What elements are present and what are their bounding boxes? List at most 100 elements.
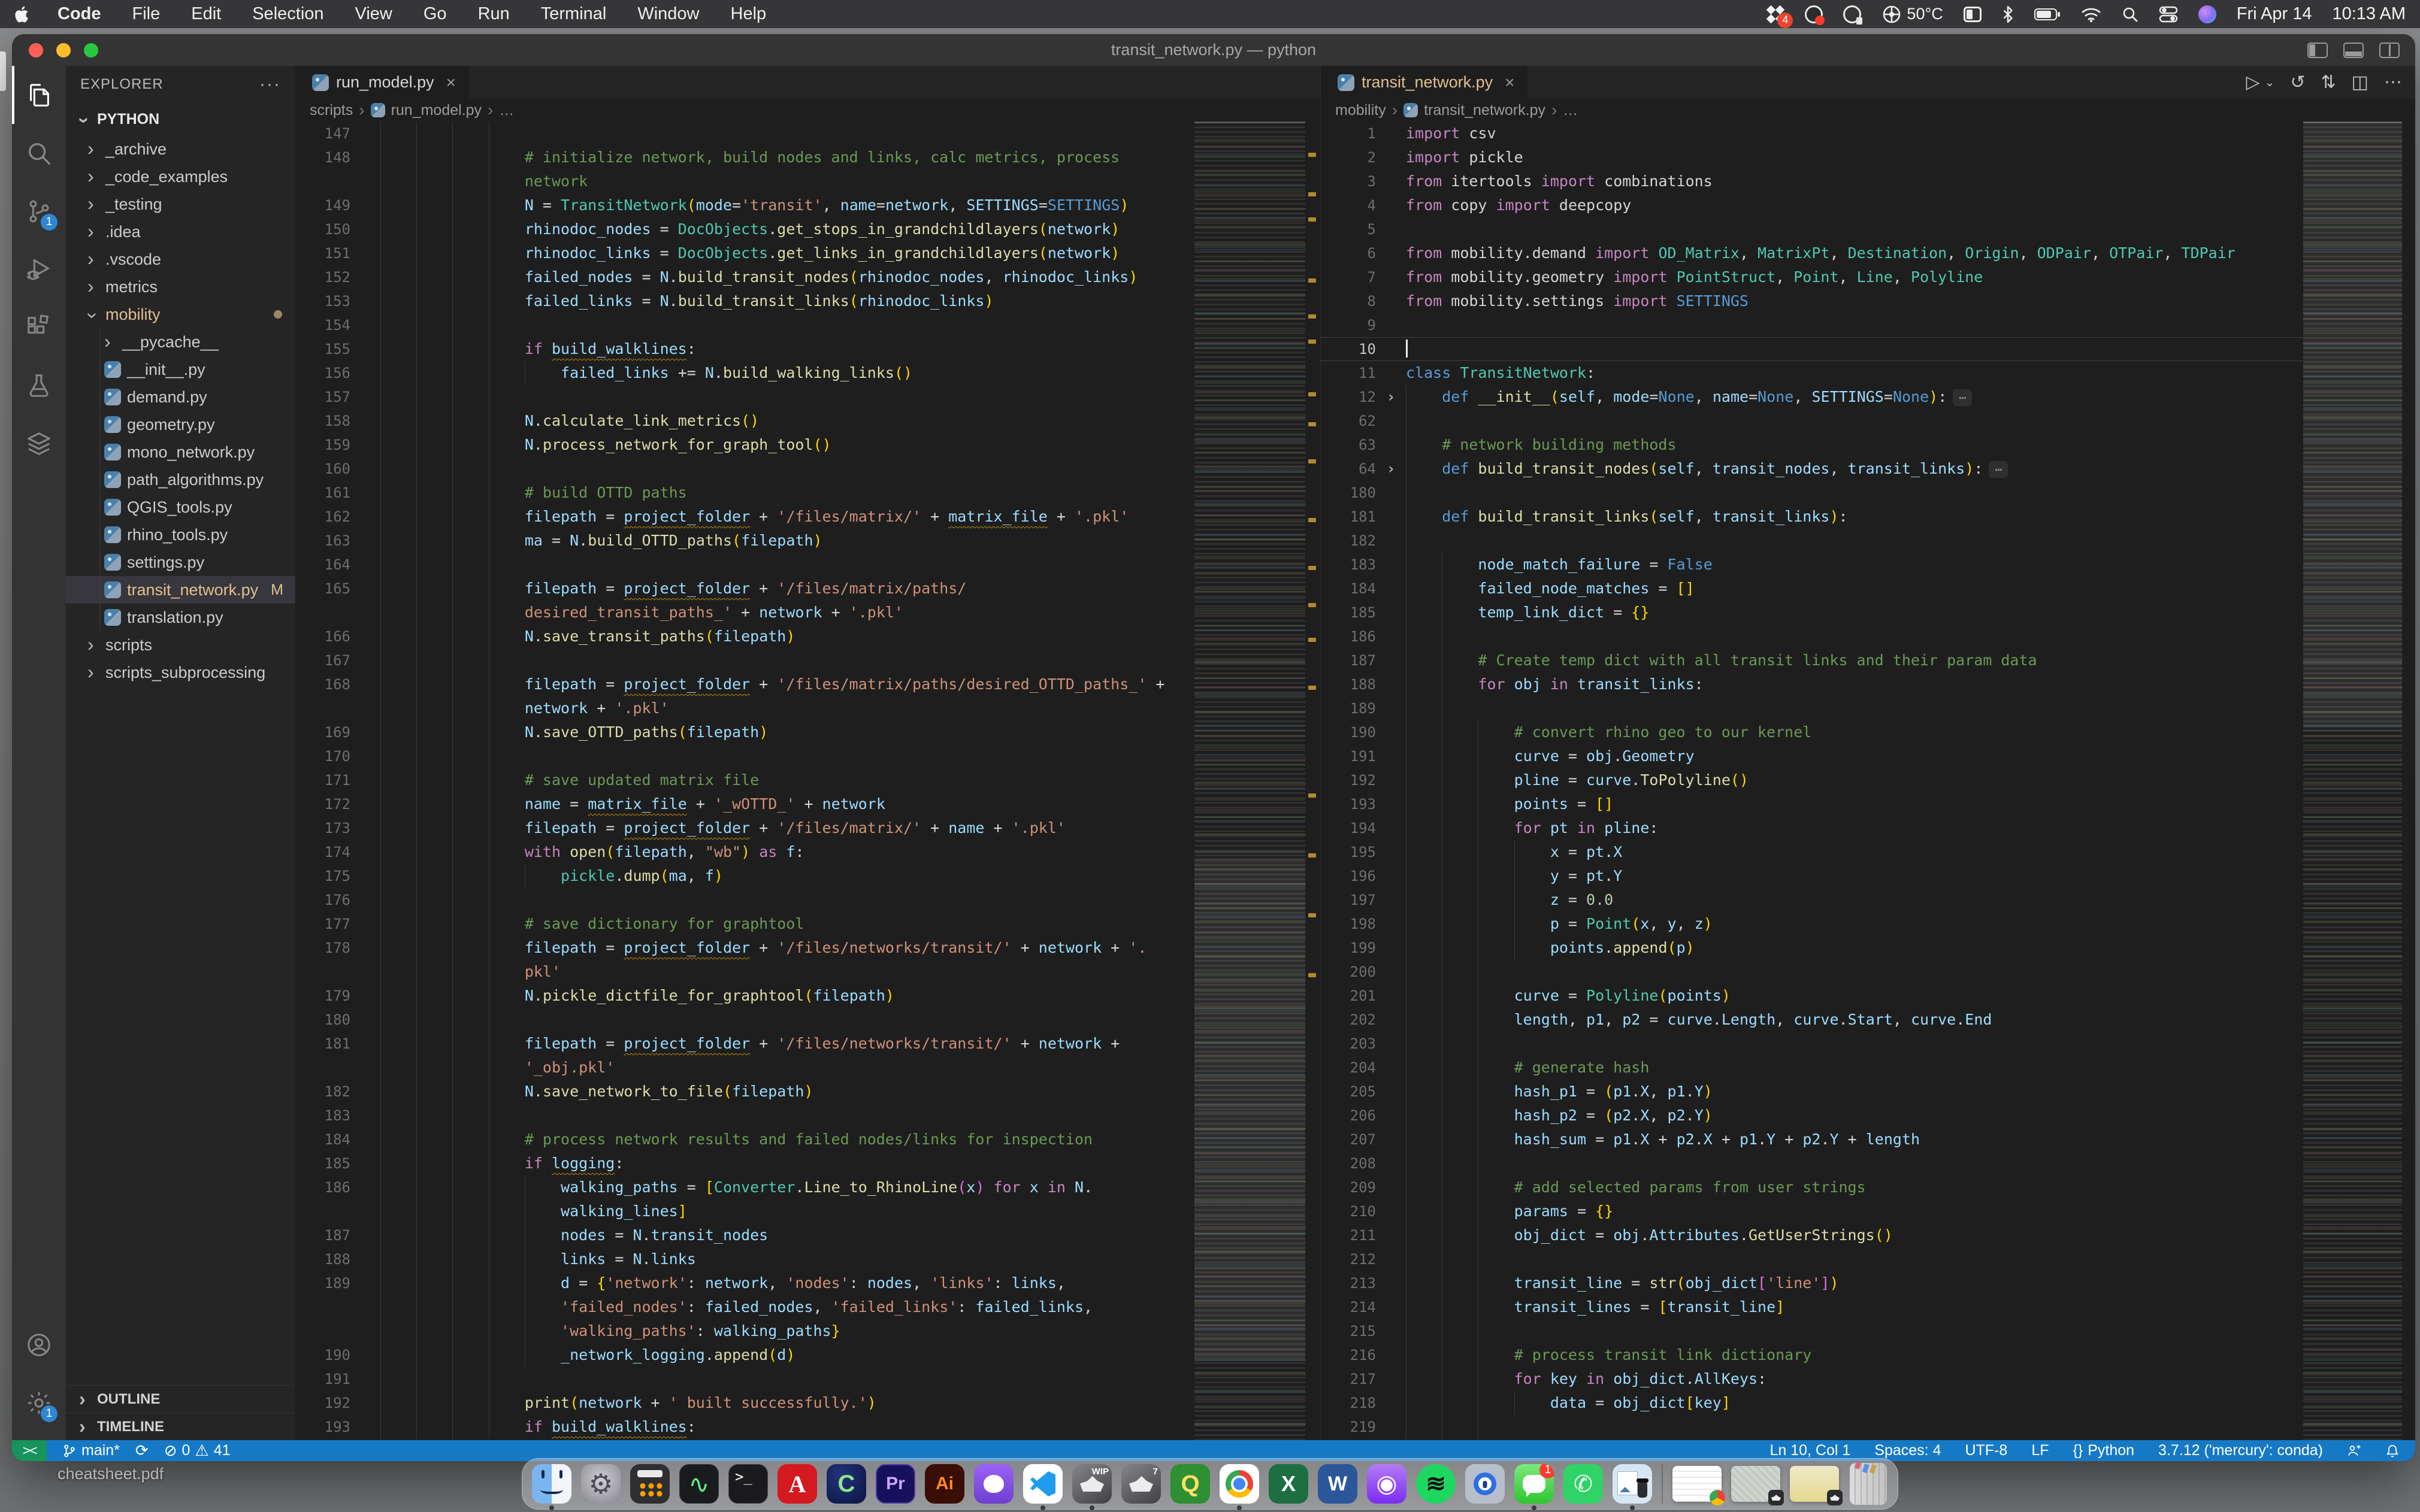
dock-illustrator-icon[interactable] [925,1464,964,1504]
dock-settings-icon[interactable] [581,1464,621,1504]
explorer-item-.idea[interactable]: .idea [66,218,295,246]
right-code-lines[interactable]: 1import csv2import pickle3from itertools… [1321,122,2303,1440]
title-bar[interactable]: transit_network.py — python [12,34,2415,66]
left-breadcrumb[interactable]: scripts› run_model.py› … [295,99,1320,122]
explorer-item-mono_network.py[interactable]: mono_network.py [66,438,295,466]
remote-indicator[interactable]: >< [12,1440,47,1461]
fan-control-icon[interactable]: 50°C [1881,4,1943,25]
explorer-item-settings.py[interactable]: settings.py [66,549,295,576]
settings-gear-icon[interactable]: 1 [12,1374,66,1432]
explorer-item-rhino_tools.py[interactable]: rhino_tools.py [66,521,295,549]
toggle-sidebar-icon[interactable] [2307,43,2328,58]
dock-excel-icon[interactable] [1269,1464,1308,1504]
tab-run-model[interactable]: run_model.py × [295,66,469,99]
desktop-file-label[interactable]: cheatsheet.pdf [58,1465,164,1483]
source-control-icon[interactable]: 1 [12,182,66,240]
customize-layout-icon[interactable] [2379,43,2400,58]
close-tab-icon[interactable]: × [446,73,456,92]
explorer-item-QGIS_tools.py[interactable]: QGIS_tools.py [66,493,295,521]
explorer-item-scripts[interactable]: scripts [66,631,295,659]
python-interpreter[interactable]: 3.7.12 ('mercury': conda) [2158,1442,2323,1459]
layers-extension-icon[interactable] [12,414,66,472]
split-editor-icon[interactable]: ◫ [2352,72,2368,93]
menu-item-help[interactable]: Help [715,4,782,24]
zoom-window-button[interactable] [84,43,98,57]
dock-spotify-icon[interactable] [1416,1464,1456,1504]
notifier-app-icon[interactable] [1805,5,1823,23]
explorer-item-path_algorithms.py[interactable]: path_algorithms.py [66,466,295,493]
sync-changes-icon[interactable]: ⟳ [135,1441,149,1460]
dock-cinema4d-icon[interactable] [827,1464,866,1504]
dock-trash-icon[interactable] [1849,1463,1888,1505]
dock-terminal-icon[interactable] [728,1464,768,1504]
dock-1password-icon[interactable] [1465,1464,1505,1504]
timeline-history-icon[interactable]: ↺ [2290,72,2305,93]
tab-transit-network[interactable]: transit_network.py × [1321,66,1527,99]
menu-time[interactable]: 10:13 AM [2332,4,2406,24]
dock-word-icon[interactable] [1318,1464,1357,1504]
dock-photo-viewer-icon[interactable] [1613,1464,1652,1504]
menu-item-view[interactable]: View [340,4,408,24]
explorer-item-metrics[interactable]: metrics [66,273,295,301]
explorer-item-demand.py[interactable]: demand.py [66,383,295,411]
explorer-item-transit_network.py[interactable]: transit_network.pyM [66,576,295,604]
explorer-item-_testing[interactable]: _testing [66,190,295,218]
dock-finder-icon[interactable] [532,1464,571,1504]
dock-acrobat-icon[interactable] [778,1464,817,1504]
menu-item-window[interactable]: Window [622,4,715,24]
dock-activity-monitor-icon[interactable] [679,1464,719,1504]
menu-date[interactable]: Fri Apr 14 [2237,4,2312,24]
left-code-lines[interactable]: 147148# initialize network, build nodes … [295,122,1194,1440]
menu-item-code[interactable]: Code [42,4,117,24]
dock-podcasts-icon[interactable] [1367,1464,1406,1504]
dock-premiere-icon[interactable] [876,1464,915,1504]
window-manager-icon[interactable] [1964,7,1982,22]
dock-rhino-cad-window-thumbnail[interactable] [1790,1466,1839,1502]
dock-calculator-icon[interactable] [630,1464,670,1504]
workspace-section[interactable]: PYTHON [66,103,295,135]
git-branch-item[interactable]: main* [62,1442,120,1459]
apple-menu-icon[interactable] [0,5,42,24]
lock-app-icon[interactable] [1843,5,1861,23]
dock-rhino-wip-icon[interactable]: WIP [1072,1464,1112,1504]
close-window-button[interactable] [29,43,43,57]
explorer-actions-icon[interactable]: ··· [259,74,281,95]
search-icon[interactable] [12,124,66,182]
feedback-icon[interactable] [2347,1444,2361,1458]
spotlight-icon[interactable] [2122,6,2138,23]
run-debug-icon[interactable] [12,240,66,298]
explorer-item-scripts_subprocessing[interactable]: scripts_subprocessing [66,659,295,686]
more-actions-icon[interactable]: ⋯ [2384,72,2402,93]
explorer-item-mobility[interactable]: mobility [66,301,295,328]
dock-rhino-7-icon[interactable]: 7 [1121,1464,1161,1504]
menu-item-go[interactable]: Go [408,4,462,24]
explorer-item-__init__.py[interactable]: __init__.py [66,356,295,383]
dock-chrome-icon[interactable] [1220,1464,1259,1504]
dock-vscode-icon[interactable] [1023,1464,1063,1504]
menu-item-file[interactable]: File [117,4,176,24]
extensions-icon[interactable] [12,298,66,356]
run-dropdown-icon[interactable]: ⌄ [2265,75,2275,90]
close-tab-icon[interactable]: × [1505,73,1514,92]
right-breadcrumb[interactable]: mobility› transit_network.py› … [1321,99,2415,122]
menu-item-terminal[interactable]: Terminal [525,4,622,24]
right-minimap[interactable] [2303,122,2402,1440]
explorer-item-__pycache__[interactable]: __pycache__ [66,328,295,356]
explorer-item-geometry.py[interactable]: geometry.py [66,411,295,438]
dock-messages-icon[interactable]: 1 [1514,1464,1554,1504]
language-mode[interactable]: {}Python [2073,1442,2135,1459]
dock-qgis-icon[interactable] [1170,1464,1210,1504]
control-center-icon[interactable] [2159,6,2178,23]
menu-item-selection[interactable]: Selection [237,4,339,24]
toggle-panel-icon[interactable] [2343,43,2364,58]
problems-item[interactable]: ⊘0 ⚠41 [164,1441,231,1460]
right-scrollbar[interactable] [2402,122,2415,1440]
explorer-item-_archive[interactable]: _archive [66,135,295,163]
minimize-window-button[interactable] [56,43,71,57]
explorer-item-.vscode[interactable]: .vscode [66,246,295,273]
left-minimap[interactable] [1194,122,1305,1440]
cursor-position[interactable]: Ln 10, Col 1 [1769,1442,1850,1459]
siri-icon[interactable] [2198,5,2216,23]
battery-icon[interactable] [2034,7,2061,22]
bluetooth-icon[interactable] [2002,5,2014,24]
